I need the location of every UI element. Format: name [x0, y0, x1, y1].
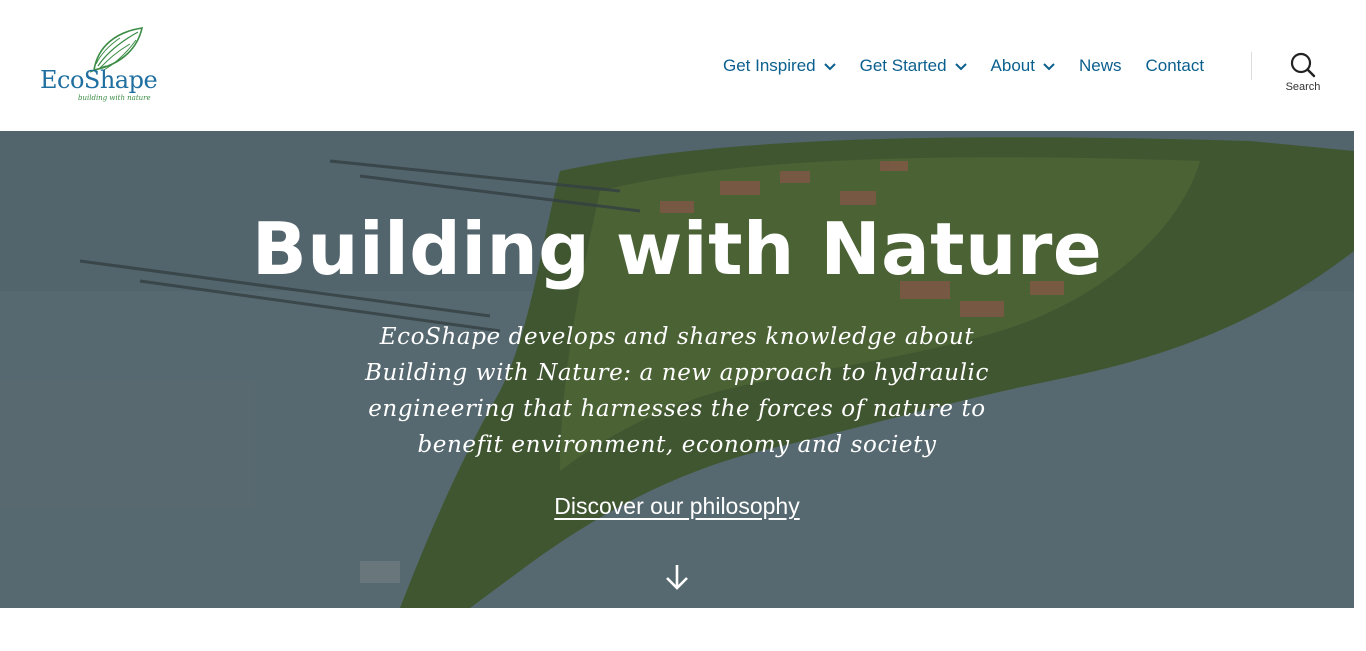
nav-item-contact[interactable]: Contact: [1146, 56, 1205, 76]
nav-item-about[interactable]: About: [991, 56, 1055, 76]
logo-wordmark: EcoShape: [40, 66, 158, 94]
logo-tagline: building with nature: [78, 94, 151, 102]
site-header: EcoShape building with nature Get Inspir…: [0, 0, 1354, 131]
hero-description: EcoShape develops and shares knowledge a…: [365, 324, 989, 458]
nav-item-label: News: [1078, 56, 1122, 75]
search-toggle[interactable]: Search: [1278, 52, 1328, 102]
chevron-down-icon: [823, 63, 836, 71]
discover-philosophy-link[interactable]: Discover our philosophy: [554, 493, 799, 519]
nav-item-news[interactable]: News: [1079, 56, 1122, 76]
nav-item-label: Get Started: [859, 56, 947, 75]
hero-banner: Building with Nature EcoShape develops a…: [0, 131, 1354, 608]
hero-title: Building with Nature: [251, 207, 1103, 291]
nav-item-label: Contact: [1145, 56, 1205, 75]
nav-item-get-started[interactable]: Get Started: [860, 56, 967, 76]
main-nav: Get Inspired Get Started About News Cont…: [723, 53, 1204, 79]
site-logo[interactable]: EcoShape building with nature: [38, 26, 158, 106]
hero-link-wrap: Discover our philosophy: [0, 493, 1354, 520]
nav-item-label: Get Inspired: [723, 56, 816, 75]
chevron-down-icon: [1043, 63, 1055, 71]
arrow-down-icon[interactable]: [664, 563, 690, 591]
search-icon: [1290, 52, 1316, 78]
nav-item-label: About: [990, 56, 1035, 75]
nav-item-get-inspired[interactable]: Get Inspired: [723, 56, 836, 76]
chevron-down-icon: [954, 63, 967, 71]
search-label: Search: [1285, 81, 1321, 93]
header-divider: [1251, 52, 1252, 80]
